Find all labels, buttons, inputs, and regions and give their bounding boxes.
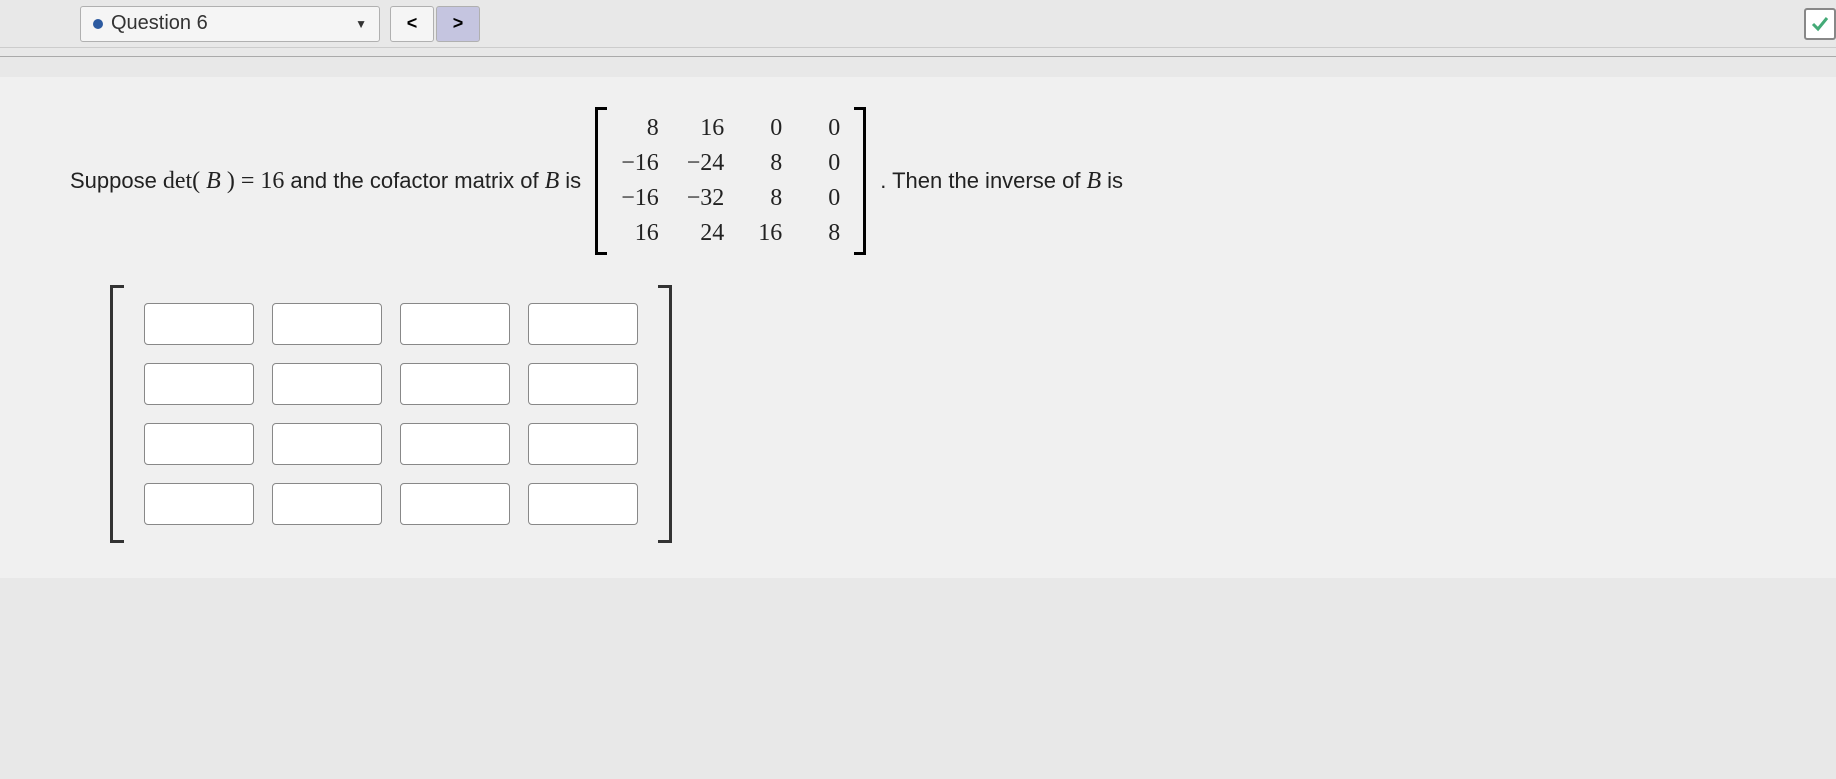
answer-right-bracket-icon (658, 285, 672, 543)
answer-input-0-3[interactable] (528, 303, 638, 345)
answer-input-0-2[interactable] (400, 303, 510, 345)
check-icon (1810, 14, 1830, 34)
matrix-cell: −16 (621, 185, 659, 212)
matrix-cell: −32 (687, 185, 725, 212)
right-bracket-icon (854, 107, 866, 255)
text-is: is (565, 168, 581, 194)
left-bracket-icon (595, 107, 607, 255)
matrix-cell: 0 (810, 150, 840, 177)
answer-input-2-0[interactable] (144, 423, 254, 465)
matrix-cell: 0 (810, 185, 840, 212)
answer-input-3-2[interactable] (400, 483, 510, 525)
var-B-1: B (206, 168, 221, 195)
chevron-left-icon: < (407, 13, 418, 34)
matrix-cell: 16 (752, 220, 782, 247)
answer-input-3-0[interactable] (144, 483, 254, 525)
answer-input-3-1[interactable] (272, 483, 382, 525)
matrix-cell: 16 (621, 220, 659, 247)
answer-input-1-0[interactable] (144, 363, 254, 405)
matrix-cell: 8 (810, 220, 840, 247)
chevron-right-icon: > (453, 13, 464, 34)
toolbar: Question 6 ▼ < > (0, 0, 1836, 48)
answer-input-2-3[interactable] (528, 423, 638, 465)
problem-statement: Suppose det(B) = 16 and the cofactor mat… (70, 107, 1766, 255)
matrix-cell: 0 (752, 115, 782, 142)
answer-input-1-2[interactable] (400, 363, 510, 405)
answer-matrix (110, 285, 672, 543)
text-is-2: is (1107, 168, 1123, 194)
answer-input-2-2[interactable] (400, 423, 510, 465)
chevron-down-icon: ▼ (355, 17, 367, 31)
text-suppose: Suppose (70, 168, 157, 194)
answer-input-0-1[interactable] (272, 303, 382, 345)
det-label: det( (163, 168, 200, 195)
answer-input-3-3[interactable] (528, 483, 638, 525)
prev-button[interactable]: < (390, 6, 434, 42)
text-then-inverse: . Then the inverse of (880, 168, 1080, 194)
matrix-cell: 0 (810, 115, 840, 142)
answer-input-0-0[interactable] (144, 303, 254, 345)
nav-buttons: < > (390, 6, 480, 42)
answer-input-1-3[interactable] (528, 363, 638, 405)
answer-input-2-1[interactable] (272, 423, 382, 465)
equals-sign: = (241, 168, 255, 195)
matrix-cell: 16 (687, 115, 725, 142)
text-and-cofactor: and the cofactor matrix of (290, 168, 538, 194)
matrix-cell: 8 (752, 185, 782, 212)
matrix-cell: 8 (752, 150, 782, 177)
var-B-3: B (1086, 168, 1101, 195)
cofactor-matrix: 8 16 0 0 −16 −24 8 0 −16 −32 8 0 16 24 1… (595, 107, 866, 255)
matrix-cell: −24 (687, 150, 725, 177)
next-button[interactable]: > (436, 6, 480, 42)
bullet-icon (93, 19, 103, 29)
close-paren: ) (227, 168, 235, 195)
answer-left-bracket-icon (110, 285, 124, 543)
answer-input-1-1[interactable] (272, 363, 382, 405)
var-B-2: B (545, 168, 560, 195)
matrix-cell: 8 (621, 115, 659, 142)
det-value: 16 (260, 168, 284, 195)
question-label: Question 6 (111, 12, 347, 35)
checkmark-button[interactable] (1804, 8, 1836, 40)
matrix-cell: 24 (687, 220, 725, 247)
matrix-grid: 8 16 0 0 −16 −24 8 0 −16 −32 8 0 16 24 1… (607, 107, 854, 255)
question-selector[interactable]: Question 6 ▼ (80, 6, 380, 42)
divider (0, 56, 1836, 57)
answer-grid (124, 285, 658, 543)
matrix-cell: −16 (621, 150, 659, 177)
content-area: Suppose det(B) = 16 and the cofactor mat… (0, 77, 1836, 578)
